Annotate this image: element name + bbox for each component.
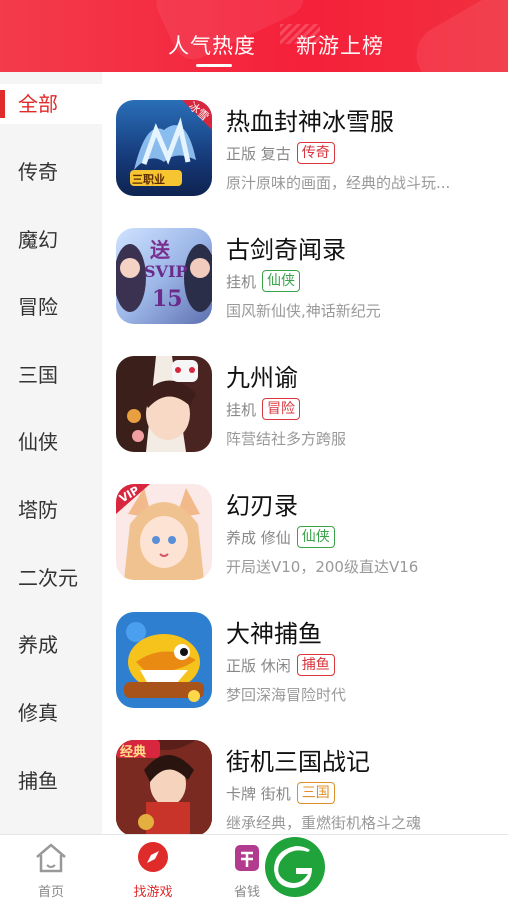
nav-home-label: 首页 bbox=[37, 885, 64, 900]
game-icon-anime-girl[interactable] bbox=[116, 356, 212, 452]
sidebar-item-cultivation[interactable]: 修真 bbox=[0, 693, 102, 733]
game-tags: 挂机 冒险 bbox=[226, 398, 301, 420]
game-list-item[interactable]: VIP 幻刃录 养成 修仙 仙侠 开局送V10，200级直达V16 bbox=[102, 484, 508, 612]
game-description: 继承经典，重燃街机格斗之魂 bbox=[226, 814, 422, 832]
game-icon-fish[interactable] bbox=[116, 612, 212, 708]
sidebar-item-fantasy[interactable]: 魔幻 bbox=[0, 220, 102, 260]
header-decoration bbox=[405, 0, 508, 72]
sidebar-item-nurture[interactable]: 养成 bbox=[0, 625, 102, 665]
game-genre-badge: 仙侠 bbox=[262, 270, 301, 292]
game-tag-text: 挂机 bbox=[226, 272, 257, 291]
icon-corner-label: 经典 bbox=[120, 745, 147, 760]
game-genre-badge: 传奇 bbox=[296, 142, 335, 164]
sidebar-item-three-kingdoms[interactable]: 三国 bbox=[0, 355, 102, 395]
active-tab-indicator bbox=[196, 64, 232, 67]
game-icon-ice-dragon[interactable]: 冰雪 三职业 bbox=[116, 100, 212, 196]
game-description: 国风新仙侠,神话新纪元 bbox=[226, 302, 381, 320]
game-genre-badge: 冒险 bbox=[262, 398, 301, 420]
bottom-navigation: 首页 找游戏 省钱 bbox=[0, 834, 508, 904]
sidebar-item-legend[interactable]: 传奇 bbox=[0, 152, 102, 192]
game-title[interactable]: 街机三国战记 bbox=[226, 742, 370, 777]
icon-label-number: 15 bbox=[152, 286, 183, 312]
game-tags: 正版 复古 传奇 bbox=[226, 142, 335, 164]
game-list-item[interactable]: 送 SVIP 15 古剑奇闻录 挂机 仙侠 国风新仙侠,神话新纪元 bbox=[102, 228, 508, 356]
game-title[interactable]: 古剑奇闻录 bbox=[226, 230, 346, 265]
game-tag-text: 养成 修仙 bbox=[226, 528, 291, 547]
icon-label-gift: 送 bbox=[150, 238, 170, 262]
tab-new-games[interactable]: 新游上榜 bbox=[296, 30, 384, 60]
category-sidebar: 全部 传奇 魔幻 冒险 三国 仙侠 塔防 二次元 养成 修真 捕鱼 bbox=[0, 72, 102, 834]
game-genre-badge: 捕鱼 bbox=[296, 654, 335, 676]
nav-home[interactable]: 首页 bbox=[16, 841, 86, 900]
game-genre-badge: 三国 bbox=[296, 782, 335, 804]
sidebar-item-all[interactable]: 全部 bbox=[0, 84, 102, 124]
game-tags: 养成 修仙 仙侠 bbox=[226, 526, 335, 548]
nav-find-games[interactable]: 找游戏 bbox=[118, 841, 188, 900]
game-genre-badge: 仙侠 bbox=[296, 526, 335, 548]
game-tag-text: 正版 复古 bbox=[226, 144, 291, 163]
game-description: 阵营结社多方跨服 bbox=[226, 430, 347, 448]
home-icon bbox=[36, 843, 66, 873]
sidebar-item-adventure[interactable]: 冒险 bbox=[0, 287, 102, 327]
coupon-icon bbox=[235, 845, 259, 871]
game-title[interactable]: 热血封神冰雪服 bbox=[226, 102, 394, 137]
tab-popular[interactable]: 人气热度 bbox=[168, 30, 256, 60]
header-bar: 人气热度 新游上榜 bbox=[0, 0, 508, 72]
game-icon-svip15[interactable]: 送 SVIP 15 bbox=[116, 228, 212, 324]
game-list-item[interactable]: 冰雪 三职业 热血封神冰雪服 正版 复古 传奇 原汁原味的画面，经典的战斗玩..… bbox=[102, 100, 508, 228]
game-list-item[interactable]: 九州谕 挂机 冒险 阵营结社多方跨服 bbox=[102, 356, 508, 484]
game-list-item[interactable]: 大神捕鱼 正版 休闲 捕鱼 梦回深海冒险时代 bbox=[102, 612, 508, 740]
nav-find-games-label: 找游戏 bbox=[133, 885, 173, 900]
compass-icon bbox=[138, 842, 168, 872]
game-icon-warrior-girl[interactable]: 经典 bbox=[116, 740, 212, 834]
game-tag-text: 挂机 bbox=[226, 400, 257, 419]
game-icon-fox-girl[interactable]: VIP bbox=[116, 484, 212, 580]
game-list-item[interactable]: 经典 街机三国战记 卡牌 街机 三国 继承经典，重燃街机格斗之魂 bbox=[102, 740, 508, 834]
sidebar-item-tower-defense[interactable]: 塔防 bbox=[0, 490, 102, 530]
app-logo-icon[interactable] bbox=[264, 836, 326, 898]
game-tags: 卡牌 街机 三国 bbox=[226, 782, 335, 804]
game-tags: 正版 休闲 捕鱼 bbox=[226, 654, 335, 676]
game-tags: 挂机 仙侠 bbox=[226, 270, 301, 292]
game-title[interactable]: 九州谕 bbox=[226, 358, 298, 393]
game-title[interactable]: 幻刃录 bbox=[226, 486, 298, 521]
game-description: 梦回深海冒险时代 bbox=[226, 686, 347, 704]
game-description: 原汁原味的画面，经典的战斗玩... bbox=[226, 174, 451, 192]
icon-label-svip: SVIP bbox=[144, 262, 188, 281]
game-tag-text: 卡牌 街机 bbox=[226, 784, 291, 803]
game-title[interactable]: 大神捕鱼 bbox=[226, 614, 322, 649]
icon-caption: 三职业 bbox=[132, 173, 165, 186]
sidebar-item-anime[interactable]: 二次元 bbox=[0, 558, 102, 598]
sidebar-item-xianxia[interactable]: 仙侠 bbox=[0, 422, 102, 462]
game-tag-text: 正版 休闲 bbox=[226, 656, 291, 675]
game-description: 开局送V10，200级直达V16 bbox=[226, 558, 419, 576]
sidebar-item-fishing[interactable]: 捕鱼 bbox=[0, 761, 102, 801]
